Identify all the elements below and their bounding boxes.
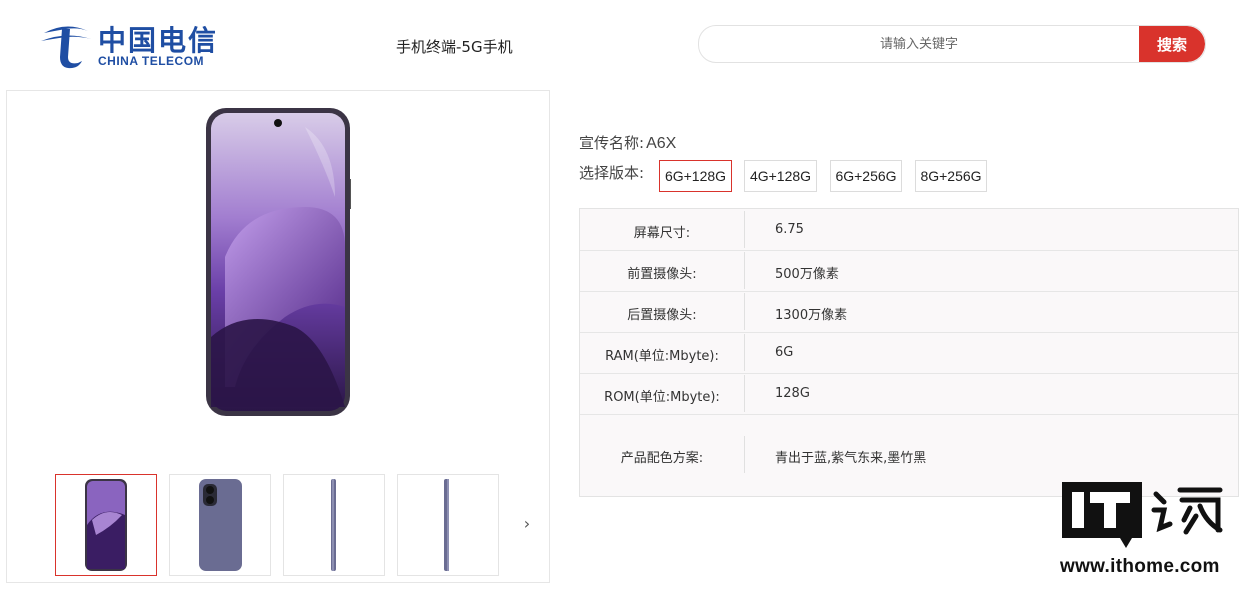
brand-name-cn: 中国电信: [98, 24, 219, 57]
product-name-label: 宣传名称:: [579, 134, 645, 152]
main-product-image: [205, 107, 352, 421]
thumbnail-4[interactable]: [397, 474, 499, 576]
phone-side-thumb-icon: [331, 479, 336, 571]
product-name-row: 宣传名称: A6X: [579, 132, 676, 153]
search-input[interactable]: [699, 26, 1139, 62]
ithome-site-url: www.ithome.com: [1060, 556, 1220, 577]
search-bar: 搜索: [698, 25, 1206, 63]
spec-value: 6G: [775, 345, 794, 360]
spec-key: 前置摄像头:: [627, 267, 697, 282]
thumbnail-1[interactable]: [55, 474, 157, 576]
version-option-6g-256g[interactable]: 6G+256G: [830, 160, 902, 192]
version-option-8g-256g[interactable]: 8G+256G: [915, 160, 987, 192]
china-telecom-emblem-icon: [41, 26, 91, 69]
spec-value: 6.75: [775, 222, 804, 237]
page-title: 手机终端-5G手机: [396, 38, 513, 56]
chevron-right-icon[interactable]: ›: [519, 514, 535, 534]
spec-value: 128G: [775, 386, 810, 401]
spec-row: 前置摄像头: 500万像素: [580, 250, 1238, 292]
thumbnail-2[interactable]: [169, 474, 271, 576]
spec-row: RAM(单位:Mbyte): 6G: [580, 332, 1238, 374]
spec-value: 500万像素: [775, 267, 839, 282]
spec-row: ROM(单位:Mbyte): 128G: [580, 373, 1238, 415]
spec-row: 屏幕尺寸: 6.75: [580, 209, 1238, 251]
version-option-6g-128g[interactable]: 6G+128G: [659, 160, 732, 192]
spec-row: 后置摄像头: 1300万像素: [580, 291, 1238, 333]
spec-value: 1300万像素: [775, 308, 848, 323]
phone-side-thumb-icon: [444, 479, 449, 571]
thumbnail-strip: [55, 474, 525, 578]
version-label: 选择版本:: [579, 164, 645, 182]
spec-key: RAM(单位:Mbyte):: [605, 349, 719, 364]
brand-name-en: CHINA TELECOM: [98, 54, 205, 68]
ithome-watermark: www.ithome.com: [1060, 480, 1230, 580]
version-row: 选择版本:: [579, 162, 644, 183]
spec-key: 后置摄像头:: [627, 308, 697, 323]
phone-front-thumb-icon: [85, 479, 127, 571]
version-option-4g-128g[interactable]: 4G+128G: [744, 160, 817, 192]
search-button[interactable]: 搜索: [1139, 26, 1205, 62]
spec-value: 青出于蓝,紫气东来,墨竹黑: [775, 451, 927, 466]
spec-key: 产品配色方案:: [620, 451, 704, 466]
product-gallery: ›: [6, 90, 550, 583]
thumbnail-3[interactable]: [283, 474, 385, 576]
product-name-value: A6X: [646, 135, 677, 152]
spec-table: 屏幕尺寸: 6.75 前置摄像头: 500万像素 后置摄像头: 1300万像素 …: [579, 208, 1239, 497]
spec-key: 屏幕尺寸:: [633, 226, 691, 241]
spec-key: ROM(单位:Mbyte):: [604, 390, 720, 405]
ithome-logo-icon: [1062, 482, 1223, 548]
phone-back-thumb-icon: [199, 479, 242, 571]
china-telecom-logo[interactable]: 中国电信 CHINA TELECOM: [38, 19, 218, 69]
